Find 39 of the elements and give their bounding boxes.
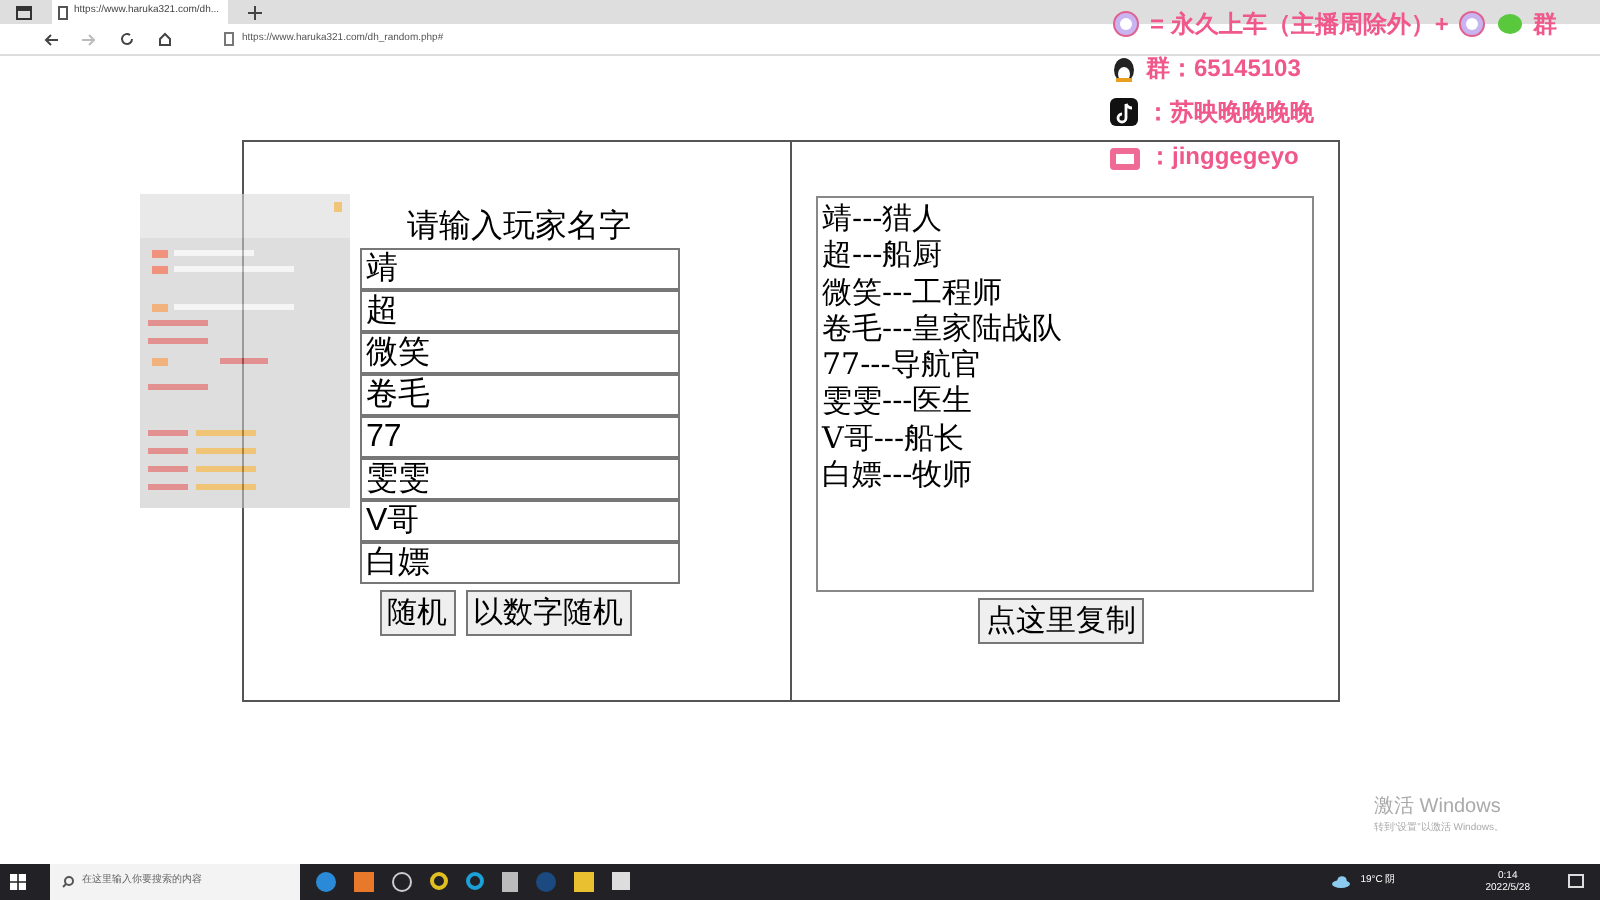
random-button[interactable]: 以数字随机 [465,590,631,636]
player-name-field[interactable]: 卷毛 [360,374,680,416]
player-name-field[interactable]: 雯雯 [360,458,680,500]
result-line: 微笑---工程师 [822,273,1005,310]
page-icon [224,32,234,46]
notification-icon[interactable] [1568,874,1584,890]
result-textarea[interactable]: 靖---猎人 超---船厨 微笑---工程师 卷毛---皇家陆战队 77---导航官 雯雯---医生 V哥---船长 白嫖---牧师 [816,196,1314,592]
result-line: 白嫖---牧师 [822,456,975,493]
tab-actions-icon[interactable] [16,5,32,19]
page-icon [58,5,68,19]
refresh-icon[interactable] [120,32,134,46]
overlay-text: ：jinggegeyo [1148,140,1299,174]
result-line: 卷毛---皇家陆战队 [822,309,1065,347]
activation-title: 激活 Windows [1374,794,1503,821]
windows-start-icon[interactable] [10,874,26,890]
result-line: 雯雯---医生 [822,382,975,420]
home-icon[interactable] [158,32,172,46]
overlay-text: ：苏映晚晚晚晚 [1146,96,1314,130]
random-button[interactable]: 随机 [379,590,455,636]
result-line: V哥---船长 [822,419,967,457]
player-name-field[interactable]: 靖 [360,248,680,290]
result-line: 77---导航官 [822,346,983,383]
copy-button[interactable]: 点这里复制 [978,598,1144,644]
result-line: 靖---猎人 [822,200,945,237]
player-name-field[interactable]: 微笑 [360,332,680,374]
panel-title: 请输入玩家名字 [407,208,631,248]
player-name-field[interactable]: 白嫖 [360,542,680,584]
player-name-field[interactable]: 77 [360,416,680,458]
cloud-icon [1332,876,1351,888]
back-icon[interactable] [44,33,58,45]
player-name-field[interactable]: 超 [360,290,680,332]
overlay-text: 群 [1532,8,1557,42]
overlay-text: 群：65145103 [1146,52,1301,86]
new-tab-icon[interactable] [248,5,262,19]
overlay-text: = 永久上车（主播周除外）+ [1150,8,1449,42]
search-icon [62,876,74,888]
result-line: 超---船厨 [822,236,945,274]
music-note-icon [1110,98,1138,126]
player-name-field[interactable]: V哥 [360,500,680,542]
